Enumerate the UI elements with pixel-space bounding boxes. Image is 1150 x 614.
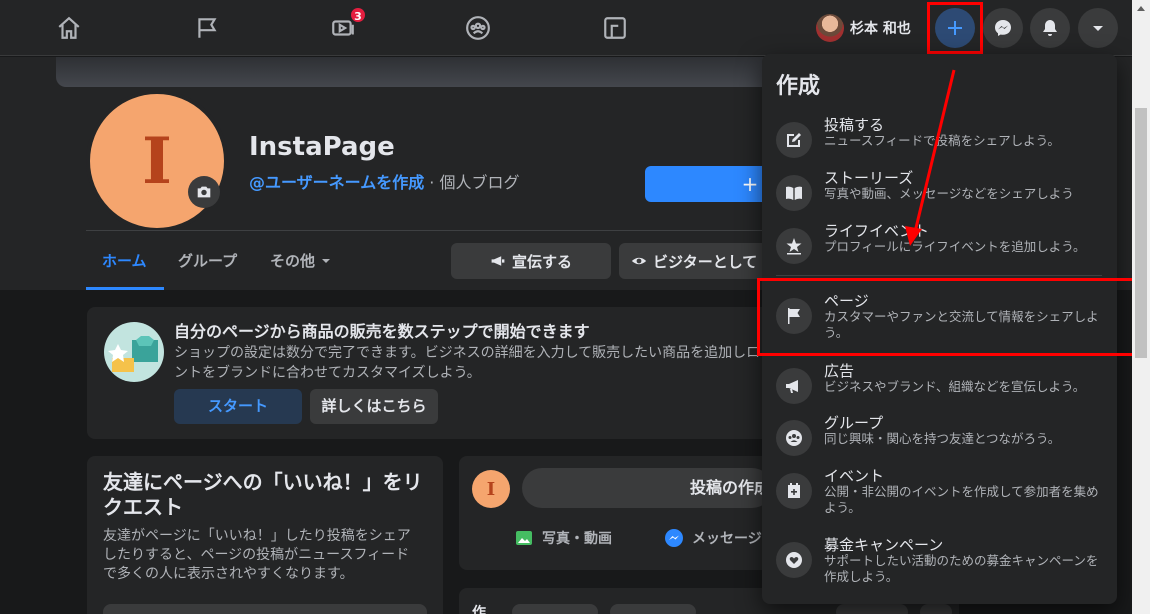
megaphone-icon <box>491 256 505 266</box>
message-button[interactable]: メッセージ <box>664 528 762 548</box>
photo-video-label: 写真・動画 <box>542 531 612 547</box>
gaming-icon[interactable] <box>597 10 633 46</box>
book-icon <box>776 175 812 211</box>
tab-more[interactable]: その他 <box>270 250 331 271</box>
menu-divider <box>776 275 1102 276</box>
create-menu-item-fundraiser[interactable]: 募金キャンペーン サポートしたい活動のための募金キャンペーンを作成しよう。 <box>776 536 1106 590</box>
create-menu-item-post[interactable]: 投稿する ニュースフィードで投稿をシェアしよう。 <box>776 116 1106 162</box>
group-icon <box>776 420 812 456</box>
start-button[interactable]: スタート <box>174 389 302 424</box>
eye-icon <box>631 257 647 265</box>
menu-item-label: 募金キャンペーン <box>824 536 944 554</box>
menu-item-label: 投稿する <box>824 116 885 134</box>
edit-icon <box>776 122 812 158</box>
page-subtitle: @ユーザーネームを作成 · 個人ブログ <box>249 169 519 193</box>
caret-down-icon <box>322 258 331 263</box>
menu-item-description: 同じ興味・関心を持つ友達とつながろう。 <box>824 431 1061 446</box>
view-as-visitor-label: ビジターとして <box>653 252 758 271</box>
shop-card-title: 自分のページから商品の販売を数ステップで開始できます <box>174 322 590 341</box>
create-menu-item-life-event[interactable]: ライフイベント プロフィールにライフイベントを追加しよう。 <box>776 222 1106 268</box>
heart-coin-icon <box>776 542 812 578</box>
menu-item-description: プロフィールにライフイベントを追加しよう。 <box>824 239 1086 254</box>
divider <box>86 230 766 231</box>
chip[interactable] <box>512 604 598 614</box>
profile-name: 杉本 和也 <box>850 21 911 37</box>
invite-input[interactable] <box>103 604 427 614</box>
caret-down-icon <box>1093 26 1103 31</box>
invite-card-description: 友達がページに「いいね！」したり投稿をシェアしたりすると、ページの投稿がニュース… <box>103 528 411 582</box>
groups-icon[interactable] <box>460 10 496 46</box>
menu-item-description: ニュースフィードで投稿をシェアしよう。 <box>824 133 1060 148</box>
account-menu-button[interactable] <box>1078 8 1118 48</box>
create-menu-item-stories[interactable]: ストーリーズ 写真や動画、メッセージなどをシェアしよう <box>776 169 1106 215</box>
secondary-card-label: 作 <box>472 605 486 614</box>
messenger-icon <box>665 529 683 547</box>
avatar: I <box>472 470 510 508</box>
promote-button[interactable]: 宣伝する <box>451 243 611 279</box>
chip[interactable] <box>836 604 908 614</box>
scroll-thumb[interactable] <box>1135 108 1147 358</box>
menu-item-description: サポートしたい活動のための募金キャンペーンを作成しよう。 <box>824 553 1099 584</box>
create-menu-item-event[interactable]: イベント 公開・非公開のイベントを作成して参加者を集めよう。 <box>776 467 1106 521</box>
highlight-page-item <box>757 278 1139 356</box>
create-post-input[interactable]: 投稿の作成 <box>522 468 772 508</box>
photo-video-button[interactable]: 写真・動画 <box>514 528 612 548</box>
shop-card-description: ショップの設定は数分で完了できます。ビジネスの詳細を入力して販売したい商品を追加… <box>174 345 761 381</box>
notifications-button[interactable] <box>1030 8 1070 48</box>
avatar <box>816 14 844 42</box>
promote-label: 宣伝する <box>511 252 572 271</box>
message-label: メッセージ <box>692 531 762 547</box>
menu-item-label: ライフイベント <box>824 222 930 240</box>
star-icon <box>776 228 812 264</box>
invite-card-title: 友達にページへの「いいね！」をリクエスト <box>103 470 423 519</box>
menu-item-description: ビジネスやブランド、組織などを宣伝しよう。 <box>824 379 1086 394</box>
shop-icon <box>104 322 164 382</box>
profile-chip[interactable]: 杉本 和也 <box>816 12 911 44</box>
create-menu-title: 作成 <box>776 74 821 99</box>
scrollbar[interactable] <box>1132 0 1150 614</box>
messenger-icon <box>995 20 1011 36</box>
learn-more-button[interactable]: 詳しくはこちら <box>310 389 438 424</box>
create-menu-item-group[interactable]: グループ 同じ興味・関心を持つ友達とつながろう。 <box>776 414 1106 460</box>
add-button[interactable]: + <box>645 166 775 202</box>
camera-icon[interactable] <box>188 176 220 208</box>
menu-item-description: 公開・非公開のイベントを作成して参加者を集めよう。 <box>824 484 1099 515</box>
messenger-button[interactable] <box>983 8 1023 48</box>
page-title: InstaPage <box>249 132 395 162</box>
tab-groups[interactable]: グループ <box>178 250 237 271</box>
chip[interactable] <box>920 604 952 614</box>
megaphone-icon <box>776 368 812 404</box>
menu-item-label: 広告 <box>824 362 855 380</box>
menu-item-label: ストーリーズ <box>824 169 914 187</box>
notification-badge: 3 <box>349 6 367 24</box>
flag-icon[interactable] <box>189 10 225 46</box>
menu-item-label: グループ <box>824 414 884 432</box>
photo-icon <box>516 531 532 545</box>
watch-icon[interactable]: 3 <box>325 6 367 46</box>
create-menu-item-ad[interactable]: 広告 ビジネスやブランド、組織などを宣伝しよう。 <box>776 362 1106 408</box>
page-category: · 個人ブログ <box>424 173 520 192</box>
page-profile-picture[interactable]: I <box>86 90 228 232</box>
tab-home[interactable]: ホーム <box>102 250 147 271</box>
bell-icon <box>1043 20 1057 36</box>
menu-item-description: 写真や動画、メッセージなどをシェアしよう <box>824 186 1074 201</box>
avatar-letter: I <box>142 123 172 199</box>
create-username-link[interactable]: @ユーザーネームを作成 <box>249 173 424 192</box>
calendar-plus-icon <box>776 473 812 509</box>
menu-item-label: イベント <box>824 467 885 485</box>
cover-photo[interactable] <box>56 57 876 87</box>
scroll-up-icon[interactable] <box>1137 6 1145 11</box>
highlight-create-button <box>927 2 983 54</box>
chip[interactable] <box>610 604 696 614</box>
home-icon[interactable] <box>51 10 87 46</box>
tab-more-label: その他 <box>270 252 316 270</box>
active-tab-indicator <box>86 287 164 290</box>
view-as-visitor-button[interactable]: ビジターとして <box>619 243 769 279</box>
